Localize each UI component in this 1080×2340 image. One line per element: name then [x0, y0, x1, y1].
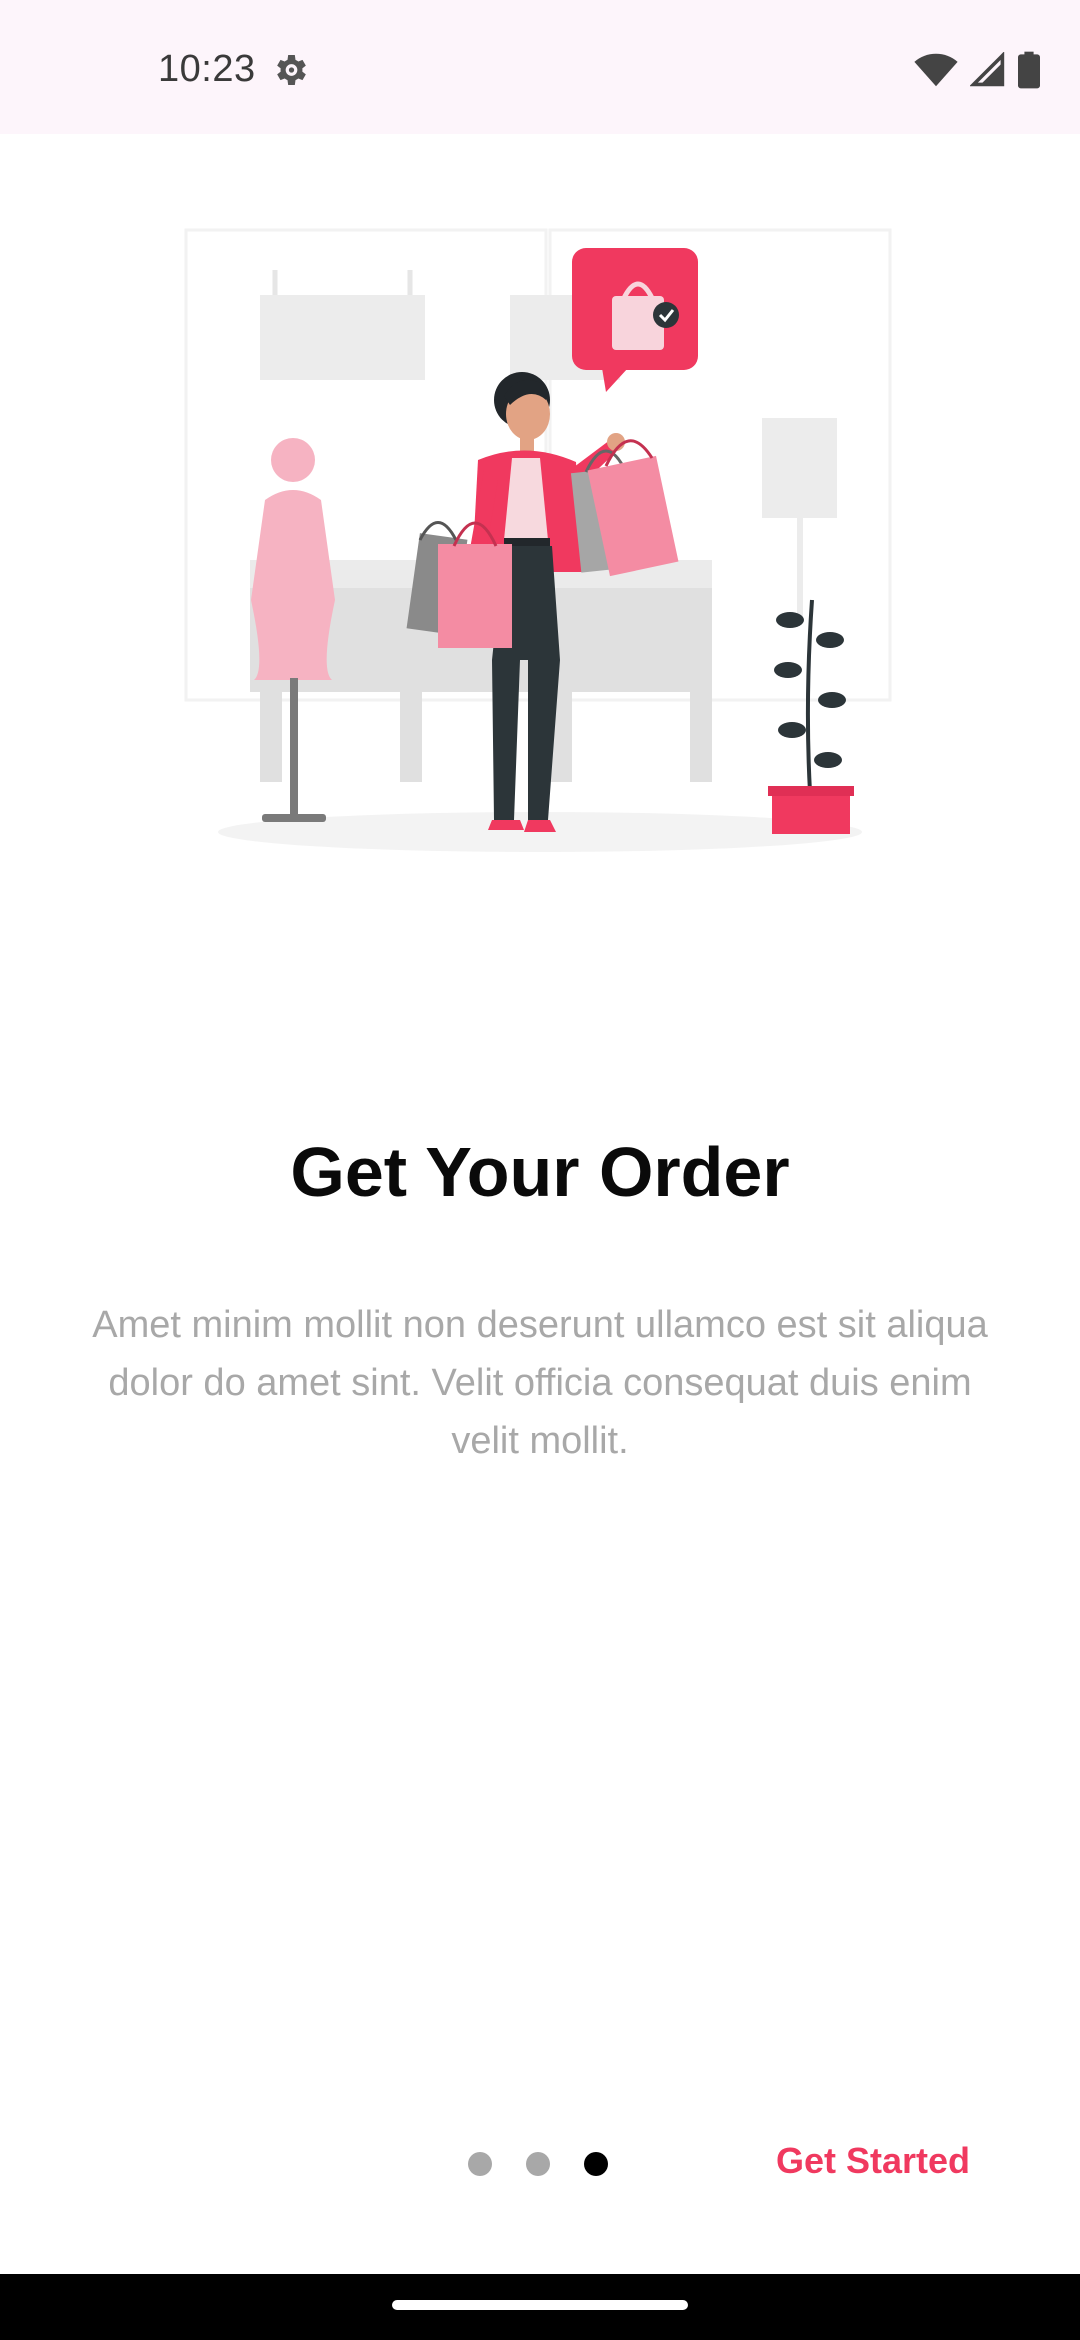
potted-plant [768, 599, 854, 834]
status-time: 10:23 [158, 48, 256, 90]
hanging-sign-left [260, 295, 425, 380]
page-dot-1[interactable] [468, 2152, 492, 2176]
onboarding-description: Amet minim mollit non deserunt ullamco e… [92, 1304, 988, 1462]
onboarding-title: Get Your Order [290, 1133, 790, 1211]
status-bar: 10:23 [0, 0, 1080, 134]
get-started-button[interactable]: Get Started [776, 2140, 970, 2182]
page-dot-3-active[interactable] [584, 2152, 608, 2176]
shopping-illustration [184, 228, 892, 852]
page-indicator [468, 2149, 608, 2179]
wifi-icon [914, 53, 958, 87]
home-gesture-handle[interactable] [392, 2300, 688, 2310]
cellular-signal-icon [970, 52, 1005, 87]
wall-lamp [762, 418, 837, 518]
status-icons [914, 50, 1040, 90]
settings-gear-icon [277, 55, 306, 85]
page-dot-2[interactable] [526, 2152, 550, 2176]
battery-icon [1018, 51, 1040, 89]
